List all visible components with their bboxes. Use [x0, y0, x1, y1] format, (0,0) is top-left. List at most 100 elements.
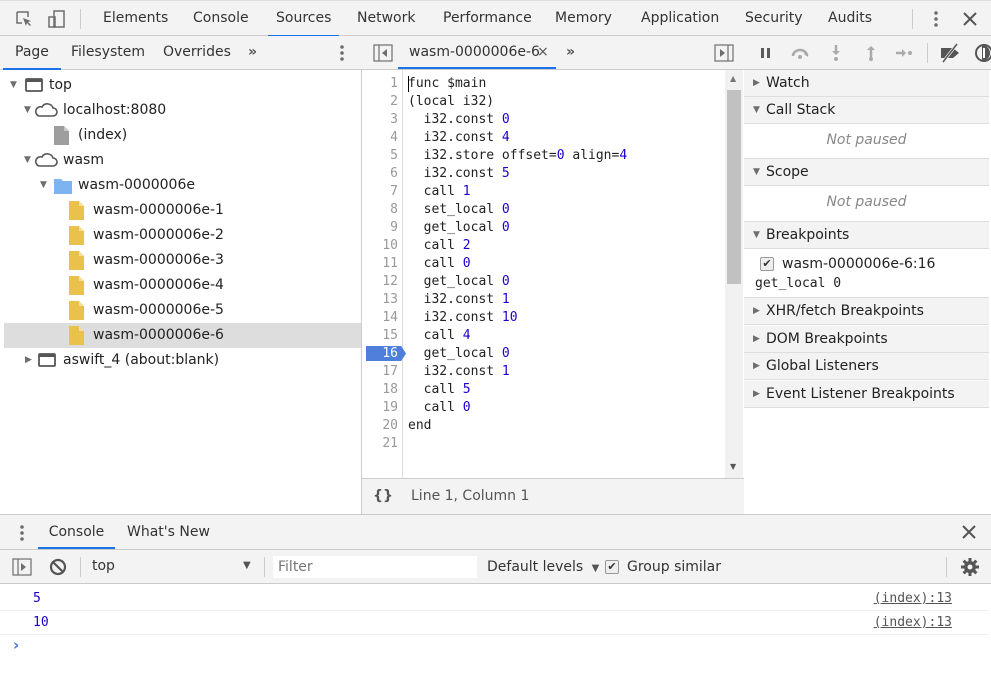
tab-audits[interactable]: Audits: [828, 1, 872, 36]
line-number[interactable]: 3: [362, 111, 398, 129]
tab-overrides[interactable]: Overrides: [163, 36, 231, 69]
show-sidebar-icon[interactable]: [12, 558, 32, 580]
tab-memory[interactable]: Memory: [555, 1, 612, 36]
group-similar-checkbox[interactable]: ✔: [605, 560, 619, 574]
pretty-print-button[interactable]: {}: [373, 488, 393, 504]
breakpoint-checkbox[interactable]: ✔: [760, 257, 774, 271]
line-number[interactable]: 18: [362, 381, 398, 399]
event-listener-breakpoints-pane-header[interactable]: ▶ Event Listener Breakpoints: [744, 381, 989, 408]
tree-item-top[interactable]: ▼ top: [4, 73, 361, 98]
step-into-icon[interactable]: [826, 43, 846, 63]
tab-filesystem[interactable]: Filesystem: [71, 36, 145, 69]
scrollbar-thumb[interactable]: [727, 90, 741, 284]
tree-item-wasm[interactable]: ▼ wasm: [4, 148, 361, 173]
tree-item-file-selected[interactable]: wasm-0000006e-6: [4, 323, 361, 348]
more-tabs-button[interactable]: »: [566, 36, 575, 69]
global-listeners-pane-header[interactable]: ▶ Global Listeners: [744, 353, 989, 380]
filter-input[interactable]: [273, 556, 477, 578]
more-tabs-button[interactable]: »: [248, 36, 257, 69]
deactivate-breakpoints-icon[interactable]: [939, 43, 959, 63]
line-number[interactable]: 4: [362, 129, 398, 147]
xhr-breakpoints-pane-header[interactable]: ▶ XHR/fetch Breakpoints: [744, 298, 989, 325]
step-icon[interactable]: [894, 43, 914, 63]
line-number[interactable]: 12: [362, 273, 398, 291]
line-number[interactable]: 9: [362, 219, 398, 237]
line-gutter[interactable]: 1 2 3 4 5 6 7 8 9 10 11 12 13 14 15 16 17 18 19 20 21: [362, 70, 406, 478]
navigator-menu-icon[interactable]: [333, 43, 351, 63]
inspect-element-icon[interactable]: [14, 9, 34, 29]
dom-breakpoints-pane-header[interactable]: ▶ DOM Breakpoints: [744, 326, 989, 353]
tree-item-index[interactable]: (index): [4, 123, 361, 148]
pause-on-exceptions-icon[interactable]: [974, 43, 991, 63]
tab-elements[interactable]: Elements: [103, 1, 168, 36]
step-over-icon[interactable]: [790, 43, 810, 63]
line-number[interactable]: 13: [362, 291, 398, 309]
watch-pane-header[interactable]: ▶ Watch: [744, 70, 989, 97]
expand-arrow-icon[interactable]: ▼: [10, 73, 17, 98]
collapse-arrow-icon[interactable]: ▶: [25, 348, 32, 373]
tree-item-wasm-folder[interactable]: ▼ wasm-0000006e: [4, 173, 361, 198]
line-number[interactable]: 7: [362, 183, 398, 201]
line-number[interactable]: 14: [362, 309, 398, 327]
console-message-source-link[interactable]: (index):13: [874, 587, 952, 611]
drawer-tab-whats-new[interactable]: What's New: [127, 515, 210, 549]
step-out-icon[interactable]: [861, 43, 881, 63]
drawer-menu-icon[interactable]: [15, 523, 29, 547]
tree-item-file[interactable]: wasm-0000006e-3: [4, 248, 361, 273]
clear-console-icon[interactable]: [49, 558, 67, 580]
tree-item-file[interactable]: wasm-0000006e-4: [4, 273, 361, 298]
tree-item-file[interactable]: wasm-0000006e-5: [4, 298, 361, 323]
device-toolbar-icon[interactable]: [47, 9, 67, 29]
line-number[interactable]: 15: [362, 327, 398, 345]
console-settings-icon[interactable]: [960, 557, 980, 581]
close-drawer-icon[interactable]: [960, 523, 978, 545]
close-devtools-icon[interactable]: [960, 9, 980, 29]
tab-application[interactable]: Application: [641, 1, 719, 36]
editor-scrollbar[interactable]: ▲ ▼: [725, 70, 743, 478]
breakpoint-location[interactable]: wasm-0000006e-6:16: [782, 256, 935, 272]
tab-network[interactable]: Network: [357, 1, 415, 36]
close-tab-icon[interactable]: ×: [537, 36, 549, 69]
line-number[interactable]: 17: [362, 363, 398, 381]
line-number[interactable]: 20: [362, 417, 398, 435]
context-selector[interactable]: top ▼: [86, 550, 256, 584]
scope-pane-header[interactable]: ▼ Scope: [744, 159, 989, 186]
tab-security[interactable]: Security: [745, 1, 803, 36]
expand-arrow-icon[interactable]: ▼: [40, 173, 47, 198]
line-number[interactable]: 21: [362, 435, 398, 453]
editor-tab-wasm-6[interactable]: wasm-0000006e-6 ×: [398, 36, 556, 69]
tree-item-file[interactable]: wasm-0000006e-1: [4, 198, 361, 223]
line-number[interactable]: 5: [362, 147, 398, 165]
tree-item-localhost[interactable]: ▼ localhost:8080: [4, 98, 361, 123]
tree-item-aswift[interactable]: ▶ aswift_4 (about:blank): [4, 348, 361, 373]
line-number[interactable]: 8: [362, 201, 398, 219]
line-number[interactable]: 16: [362, 345, 398, 363]
group-similar-label[interactable]: Group similar: [627, 550, 721, 584]
more-options-icon[interactable]: [926, 9, 946, 29]
line-number[interactable]: 1: [362, 75, 398, 93]
drawer-tab-console[interactable]: Console: [38, 515, 115, 549]
call-stack-pane-header[interactable]: ▼ Call Stack: [744, 97, 989, 124]
tab-console[interactable]: Console: [193, 1, 249, 36]
line-number[interactable]: 11: [362, 255, 398, 273]
expand-arrow-icon[interactable]: ▼: [24, 148, 31, 173]
tab-sources[interactable]: Sources: [267, 1, 340, 37]
line-number[interactable]: 19: [362, 399, 398, 417]
line-number[interactable]: 10: [362, 237, 398, 255]
expand-arrow-icon[interactable]: ▼: [24, 98, 31, 123]
line-number[interactable]: 6: [362, 165, 398, 183]
scroll-up-icon[interactable]: ▲: [730, 74, 736, 83]
line-number[interactable]: 2: [362, 93, 398, 111]
scroll-down-icon[interactable]: ▼: [730, 462, 736, 471]
code-area[interactable]: 1 2 3 4 5 6 7 8 9 10 11 12 13 14 15 16 17 18 19 20 21 func $…: [362, 70, 744, 478]
tree-item-file[interactable]: wasm-0000006e-2: [4, 223, 361, 248]
toggle-debugger-icon[interactable]: [714, 44, 734, 66]
toggle-navigator-icon[interactable]: [373, 44, 393, 66]
pause-icon[interactable]: [756, 43, 776, 63]
tab-performance[interactable]: Performance: [443, 1, 532, 36]
tab-page[interactable]: Page: [3, 36, 61, 70]
log-levels-dropdown[interactable]: Default levels ▼: [487, 550, 599, 584]
console-prompt[interactable]: ›: [0, 636, 989, 694]
breakpoints-pane-header[interactable]: ▼ Breakpoints: [744, 222, 989, 249]
console-message-source-link[interactable]: (index):13: [874, 611, 952, 635]
